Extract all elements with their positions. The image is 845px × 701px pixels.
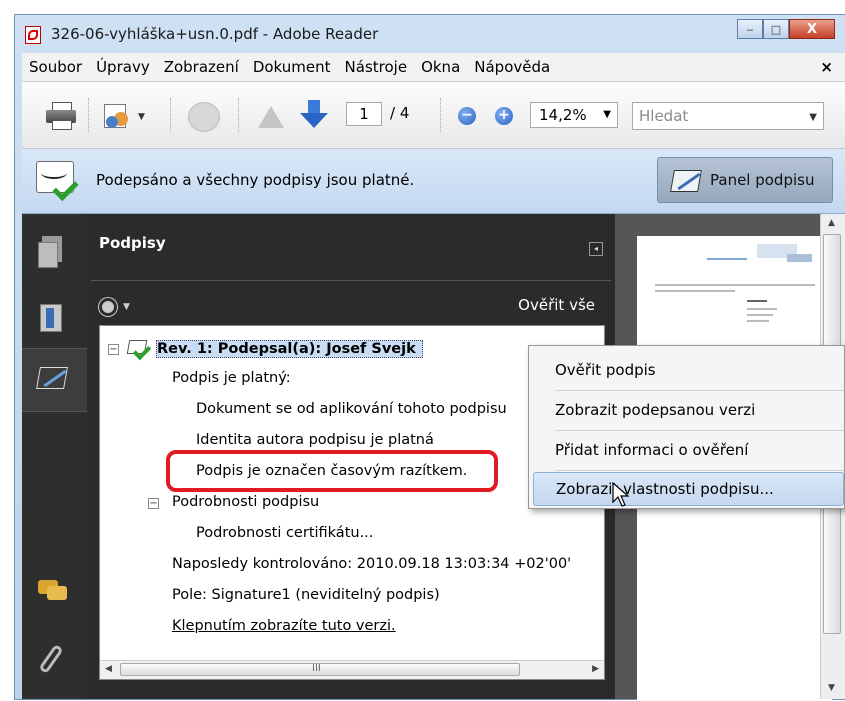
menu-verify-signature[interactable]: Ověřit podpis [533, 352, 844, 388]
toolbar-separator [238, 98, 241, 132]
toolbar: ▼ 1 / 4 − + 14,2% ▼ Hledat ▼ [22, 82, 845, 149]
scroll-left-icon[interactable]: ◀ [105, 664, 112, 674]
toolbar-separator [170, 98, 173, 132]
page-number-input[interactable]: 1 [346, 102, 382, 126]
signatures-tab[interactable] [22, 348, 87, 412]
menu-add-verification-info[interactable]: Přidat informaci o ověření [533, 432, 844, 468]
menu-nastroje[interactable]: Nástroje [338, 58, 415, 76]
signature-valid-icon [126, 340, 152, 361]
print-icon[interactable] [46, 102, 76, 130]
zoom-level-value: 14,2% [539, 106, 587, 124]
maximize-button[interactable]: □ [763, 19, 789, 39]
signature-status-bar: Podepsáno a všechny podpisy jsou platné.… [22, 149, 845, 214]
options-dropdown-icon[interactable]: ▼ [123, 302, 130, 312]
chevron-down-icon[interactable]: ▼ [809, 105, 817, 131]
toolbar-separator [440, 98, 443, 132]
minimize-button[interactable]: ‒ [737, 19, 763, 39]
zoom-out-icon[interactable]: − [458, 107, 476, 125]
signature-panel-button[interactable]: Panel podpisu [657, 157, 833, 203]
page-total: / 4 [390, 104, 410, 122]
toolbar-separator [88, 98, 91, 132]
chevron-down-icon[interactable]: ▼ [603, 103, 611, 127]
verify-all-button[interactable]: Ověřit vše [518, 296, 595, 314]
bookmarks-icon[interactable] [38, 304, 68, 338]
pages-icon[interactable] [38, 236, 68, 270]
menu-separator [555, 390, 844, 391]
menu-signature-properties[interactable]: Zobrazit vlastnosti podpisu... [533, 472, 844, 506]
zoom-in-icon[interactable]: + [495, 107, 513, 125]
globe-icon [188, 102, 220, 132]
signature-pen-icon [36, 367, 70, 391]
timestamp-highlight-annotation [166, 450, 498, 492]
menu-bar: Soubor Úpravy Zobrazení Dokument Nástroj… [22, 53, 845, 82]
tree-field-row: Pole: Signature1 (neviditelný podpis) [172, 587, 440, 603]
tree-details-row[interactable]: − Podrobnosti podpisu [148, 494, 319, 510]
scroll-up-icon[interactable]: ▲ [828, 218, 835, 228]
tree-revision-row[interactable]: − Rev. 1: Podepsal(a): Josef Svejk [100, 338, 580, 362]
comments-icon[interactable] [38, 576, 68, 610]
scroll-down-icon[interactable]: ▼ [828, 683, 835, 693]
previous-page-icon[interactable] [258, 106, 284, 128]
revision-label[interactable]: Rev. 1: Podepsal(a): Josef Svejk [156, 340, 423, 358]
signature-pen-icon [670, 170, 704, 192]
signature-status-message: Podepsáno a všechny podpisy jsou platné. [96, 171, 415, 189]
tree-cert-details-row[interactable]: Podrobnosti certifikátu... [196, 525, 373, 541]
scrollbar-grip: III [312, 663, 321, 674]
window-title: 326-06-vyhláška+usn.0.pdf - Adobe Reader [51, 25, 379, 43]
menu-dokument[interactable]: Dokument [246, 58, 338, 76]
menu-upravy[interactable]: Úpravy [89, 58, 157, 76]
context-menu: Ověřit podpis Zobrazit podepsanou verzi … [528, 345, 845, 509]
menu-zobrazeni[interactable]: Zobrazení [157, 58, 246, 76]
collapse-revision-icon[interactable]: − [108, 344, 119, 355]
menu-okna[interactable]: Okna [414, 58, 467, 76]
collapse-panel-icon[interactable]: ◂ [589, 242, 603, 256]
title-bar[interactable]: 326-06-vyhláška+usn.0.pdf - Adobe Reader… [15, 15, 845, 53]
search-input[interactable]: Hledat ▼ [632, 102, 824, 130]
tree-identity-valid-row[interactable]: Identita autora podpisu je platná [196, 432, 434, 448]
panel-divider [91, 280, 611, 281]
menu-view-signed-version[interactable]: Zobrazit podepsanou verzi [533, 392, 844, 428]
tree-valid-row[interactable]: Podpis je platný: [172, 370, 291, 386]
menu-separator [555, 470, 844, 471]
view-version-link[interactable]: Klepnutím zobrazíte tuto verzi. [172, 618, 396, 634]
tree-last-checked-row: Naposledy kontrolováno: 2010.09.18 13:03… [172, 556, 572, 572]
close-button[interactable]: X [789, 19, 835, 39]
menu-soubor[interactable]: Soubor [22, 58, 89, 76]
menu-napoveda[interactable]: Nápověda [467, 58, 557, 76]
signature-panel-button-label: Panel podpisu [710, 171, 815, 189]
menu-separator [555, 430, 844, 431]
zoom-level-select[interactable]: 14,2% ▼ [530, 102, 618, 128]
tree-doc-unchanged-row[interactable]: Dokument se od aplikování tohoto podpisu [196, 401, 507, 417]
collaborate-icon[interactable] [102, 102, 134, 130]
scroll-right-icon[interactable]: ▶ [592, 664, 599, 674]
pdf-app-icon [25, 26, 41, 44]
search-placeholder: Hledat [639, 107, 689, 125]
close-document-icon[interactable]: × [820, 58, 833, 76]
collapse-details-icon[interactable]: − [148, 498, 159, 509]
tree-details-label: Podrobnosti podpisu [172, 494, 320, 510]
collaborate-dropdown-icon[interactable]: ▼ [138, 112, 145, 122]
gear-icon[interactable] [99, 298, 117, 316]
next-page-icon[interactable] [300, 100, 328, 128]
navigation-rail [22, 214, 87, 699]
signature-valid-icon [36, 159, 79, 202]
attachment-icon[interactable] [38, 643, 68, 678]
signatures-panel-title: Podpisy [99, 234, 166, 252]
tree-horizontal-scrollbar[interactable]: ◀ III ▶ [100, 660, 604, 679]
